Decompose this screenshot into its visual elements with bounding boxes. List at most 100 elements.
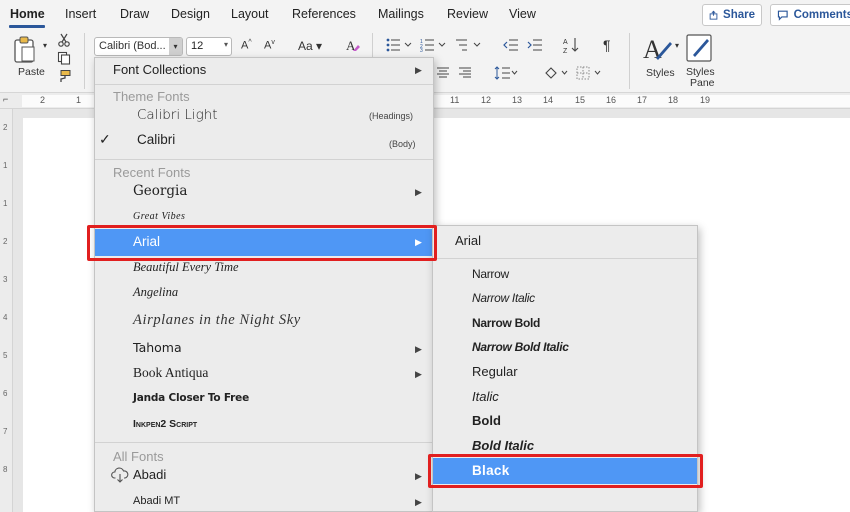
menu-item-font-book-antiqua[interactable]: Book Antiqua ▶	[95, 362, 433, 386]
checkmark-icon: ✓	[99, 131, 111, 147]
ruler-tick-label: 12	[481, 95, 492, 105]
menu-item-style-italic[interactable]: Italic	[433, 385, 697, 409]
share-icon	[709, 10, 718, 20]
bullets-icon[interactable]	[386, 38, 414, 52]
borders-icon[interactable]	[576, 66, 604, 80]
menu-divider	[95, 159, 433, 160]
grow-font-icon[interactable]: A^	[241, 39, 252, 52]
font-size-dropdown-icon[interactable]: ▾	[224, 40, 228, 49]
tab-mailings[interactable]: Mailings	[378, 7, 424, 21]
font-name-dropdown-icon[interactable]: ▾	[169, 38, 182, 55]
submenu-arrow-icon: ▶	[415, 344, 422, 354]
menu-item-font-calibri-light[interactable]: Calibri Light (Headings)	[95, 104, 433, 128]
submenu-arrow-icon: ▶	[415, 187, 422, 197]
tab-design[interactable]: Design	[171, 7, 210, 21]
font-role-tag: (Headings)	[369, 111, 414, 121]
menu-item-font-angelina[interactable]: Angelina	[95, 281, 433, 305]
font-name-label: Janda Closer To Free	[133, 392, 250, 404]
menu-item-style-narrow-bold-italic[interactable]: Narrow Bold Italic	[433, 336, 697, 360]
font-size-value: 12	[191, 40, 204, 52]
font-name-box[interactable]: Calibri (Bod... ▾	[94, 37, 183, 56]
shading-icon[interactable]	[544, 66, 570, 80]
font-name-label: Georgia	[133, 183, 188, 199]
menu-item-style-bold-italic[interactable]: Bold Italic	[433, 434, 697, 458]
menu-item-font-abadi[interactable]: Abadi ▶	[95, 464, 433, 488]
line-spacing-icon[interactable]	[494, 66, 518, 80]
style-name-label: Bold Italic	[472, 438, 535, 453]
font-dropdown-menu: Font Collections ▶ Theme Fonts Calibri L…	[94, 57, 434, 512]
sort-icon[interactable]: AZ	[563, 36, 579, 54]
align-center-icon[interactable]	[436, 67, 450, 79]
style-name-label: Narrow Bold	[472, 316, 541, 330]
font-name-label: Abadi	[133, 467, 167, 482]
menu-item-font-georgia[interactable]: Georgia ▶	[95, 180, 433, 204]
ruler-tick-label: 7	[3, 427, 8, 436]
tab-layout[interactable]: Layout	[231, 7, 269, 21]
active-tab-indicator	[9, 25, 45, 28]
tab-selector-icon[interactable]: ⌐	[3, 94, 8, 104]
style-name-label: Regular	[472, 364, 518, 379]
increase-indent-icon[interactable]	[527, 38, 543, 52]
menu-item-style-narrow-italic[interactable]: Narrow Italic	[433, 287, 697, 311]
menu-item-style-narrow[interactable]: Narrow	[433, 263, 697, 287]
numbering-icon[interactable]: 123	[420, 38, 448, 52]
paste-dropdown-icon[interactable]: ▾	[43, 41, 47, 50]
tab-references[interactable]: References	[292, 7, 356, 21]
ruler-tick-label: 1	[3, 199, 8, 208]
styles-pane-icon	[686, 34, 712, 62]
tab-review[interactable]: Review	[447, 7, 488, 21]
menu-item-style-regular[interactable]: Regular	[433, 360, 697, 384]
styles-gallery-button[interactable]: A	[641, 34, 675, 67]
menu-item-style-narrow-bold[interactable]: Narrow Bold	[433, 312, 697, 336]
tab-home[interactable]: Home	[10, 7, 45, 21]
styles-pane-button[interactable]	[685, 33, 715, 66]
cut-icon[interactable]	[57, 33, 71, 47]
paste-button[interactable]	[12, 35, 38, 68]
show-formatting-marks-icon[interactable]: ¶	[603, 37, 611, 53]
menu-item-font-airplanes[interactable]: Airplanes in the Night Sky	[95, 308, 433, 334]
menu-item-font-tahoma[interactable]: Tahoma ▶	[95, 337, 433, 361]
ruler-tick-label: 13	[512, 95, 523, 105]
ruler-tick-label: 4	[3, 313, 8, 322]
ruler-tick-label: 17	[637, 95, 648, 105]
ruler-tick-label: 14	[543, 95, 554, 105]
submenu-arrow-icon: ▶	[415, 65, 422, 75]
menu-item-font-arial[interactable]: Arial ▶	[95, 229, 433, 256]
copy-icon[interactable]	[57, 51, 71, 65]
ruler-tick-label: 19	[700, 95, 711, 105]
styles-dropdown-icon[interactable]: ▾	[675, 41, 679, 50]
menu-item-font-abadi-mt[interactable]: Abadi MT ▶	[95, 490, 433, 511]
all-fonts-header: All Fonts	[113, 449, 164, 464]
font-size-box[interactable]: 12 ▾	[186, 37, 232, 56]
font-name-label: Arial	[133, 234, 161, 249]
decrease-indent-icon[interactable]	[503, 38, 519, 52]
vertical-ruler[interactable]: 2 1 1 2 3 4 5 6 7 8	[0, 109, 13, 512]
align-right-icon[interactable]	[458, 67, 472, 79]
change-case-icon[interactable]: Aa ▾	[298, 39, 322, 53]
comments-button[interactable]: Comments	[770, 4, 850, 26]
tab-insert[interactable]: Insert	[65, 7, 96, 21]
ruler-tick-label: 1	[3, 161, 8, 170]
submenu-arrow-icon: ▶	[415, 369, 422, 379]
menu-item-font-great-vibes[interactable]: Great Vibes	[95, 206, 433, 230]
menu-item-font-calibri[interactable]: ✓ Calibri (Body)	[95, 129, 433, 153]
styles-pane-label-line2: Pane	[690, 77, 715, 89]
share-button[interactable]: Share	[702, 4, 762, 26]
tab-draw[interactable]: Draw	[120, 7, 149, 21]
ruler-tick-label: 5	[3, 351, 8, 360]
tab-view[interactable]: View	[509, 7, 536, 21]
multilevel-list-icon[interactable]	[455, 38, 483, 52]
menu-item-style-black[interactable]: Black	[433, 458, 697, 484]
arial-style-submenu: Arial Narrow Narrow Italic Narrow Bold N…	[432, 225, 698, 512]
recent-fonts-header: Recent Fonts	[113, 165, 191, 180]
font-name-label: Calibri	[137, 132, 176, 147]
menu-item-font-beautiful-every-time[interactable]: Beautiful Every Time	[95, 256, 433, 280]
shrink-font-icon[interactable]: Av	[264, 39, 275, 52]
menu-item-style-bold[interactable]: Bold	[433, 409, 697, 433]
clear-formatting-icon[interactable]: A	[345, 37, 361, 53]
menu-item-font-inkpen2[interactable]: Inkpen2 Script	[95, 413, 433, 437]
font-name-label: Great Vibes	[133, 211, 186, 222]
format-painter-icon[interactable]	[57, 69, 71, 83]
menu-item-font-collections[interactable]: Font Collections ▶	[95, 58, 433, 82]
menu-item-font-janda[interactable]: Janda Closer To Free	[95, 388, 433, 412]
